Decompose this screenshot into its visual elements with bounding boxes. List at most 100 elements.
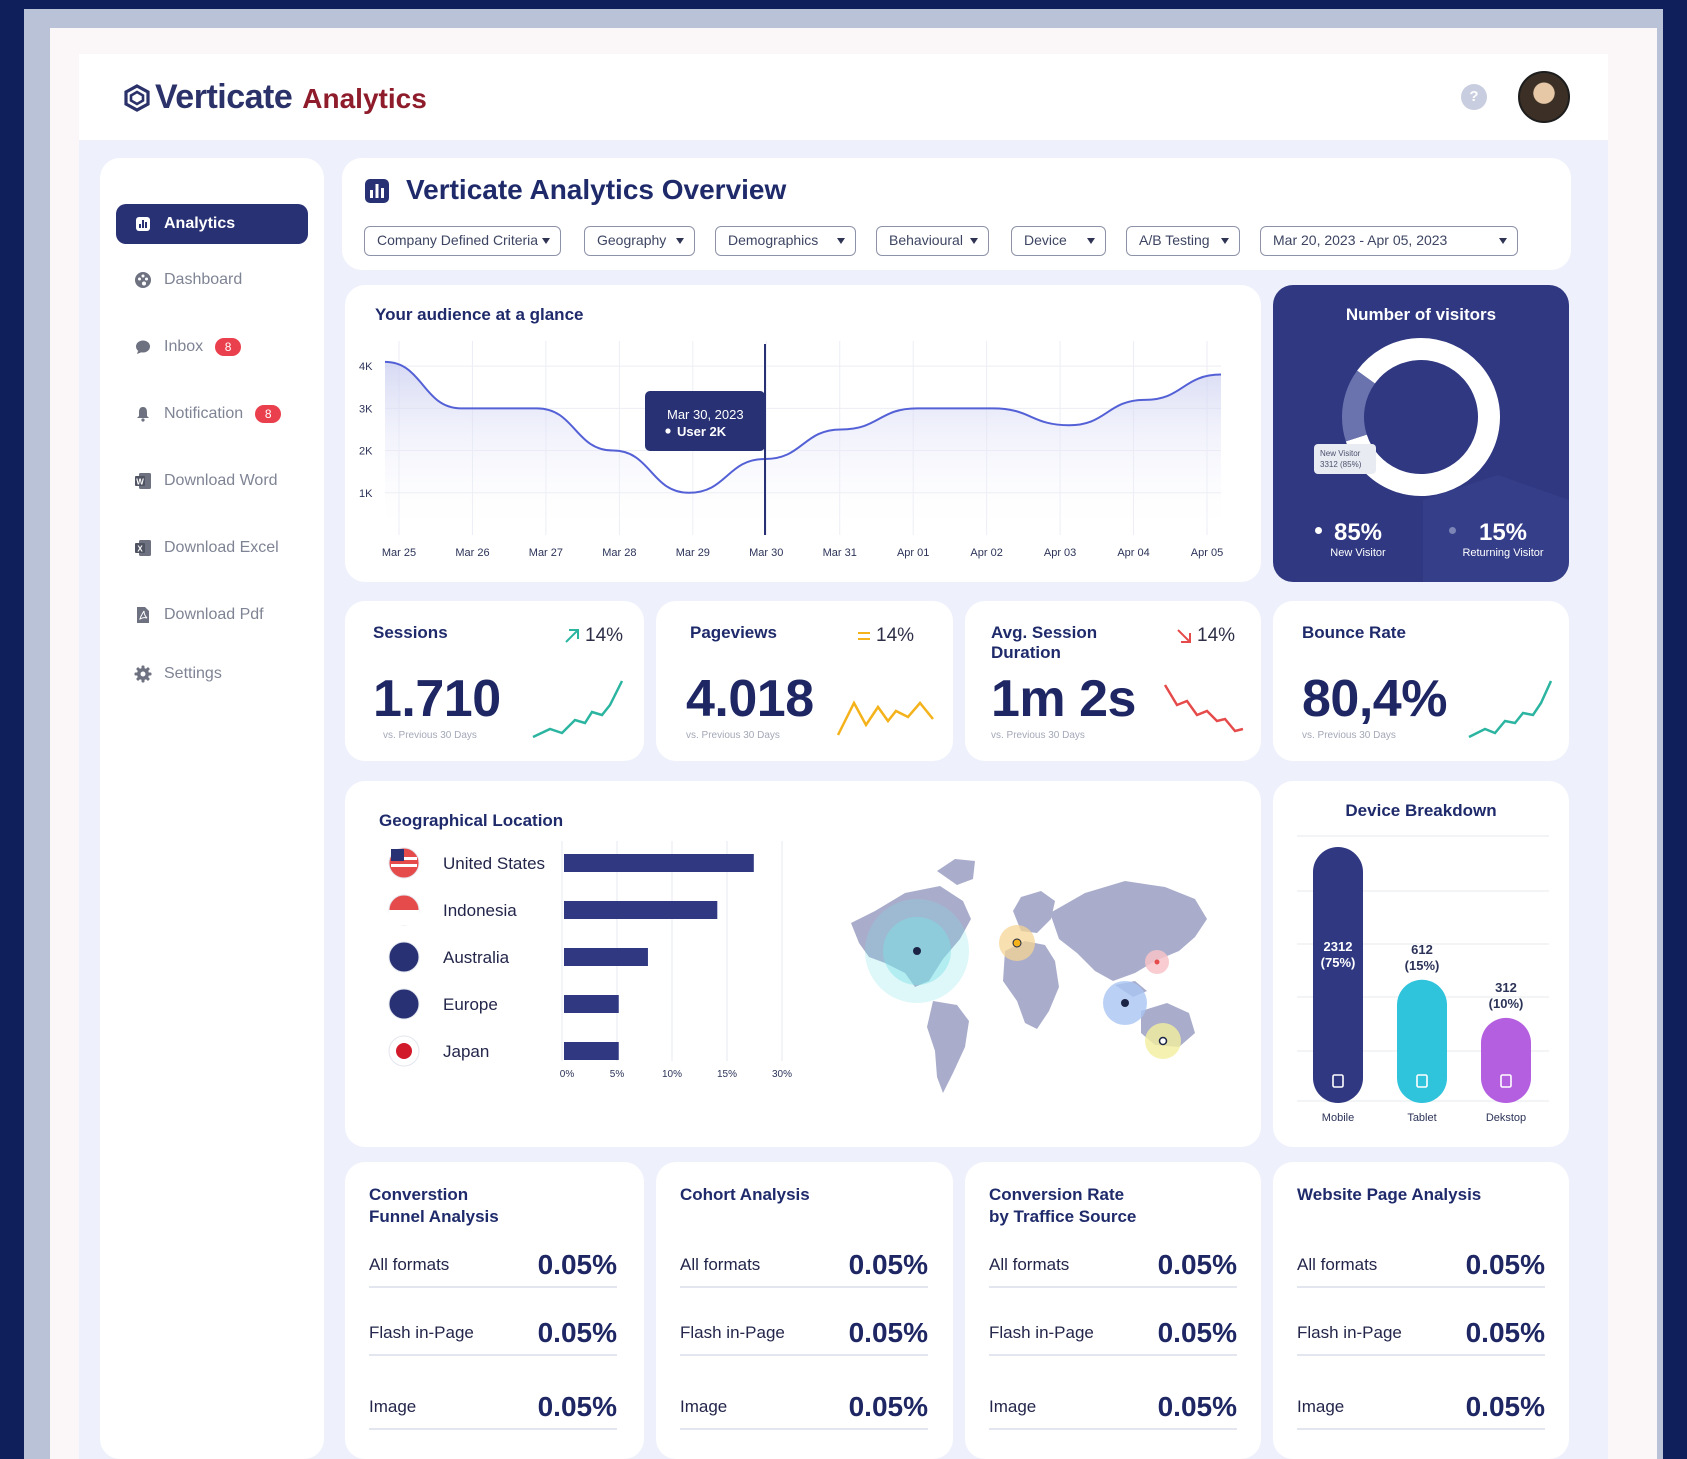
filter-label: A/B Testing [1139,232,1210,248]
filter-behavioural[interactable]: Behavioural [876,226,989,256]
x-tick-label: Mar 29 [676,547,710,559]
sidebar-item-analytics[interactable]: Analytics [116,204,308,244]
row-label: Flash in-Page [989,1323,1094,1342]
gear-icon [134,665,152,683]
table-row[interactable]: Image 0.05% [680,1386,928,1430]
country-label: United States [443,854,545,873]
table-row[interactable]: Image 0.05% [369,1386,617,1430]
sidebar-item-label: Analytics [164,215,236,232]
x-tick-label: Mar 28 [602,547,636,559]
sidebar-item-download-pdf[interactable]: Download Pdf [116,595,308,635]
table-row[interactable]: All formats 0.05% [680,1244,928,1288]
x-tick-label: 30% [772,1069,792,1080]
device-bar [1397,979,1447,1103]
filter-company-criteria[interactable]: Company Defined Criteria [364,226,561,256]
x-tick-label: Apr 02 [970,547,1002,559]
filter-geography[interactable]: Geography [584,226,695,256]
returning-visitor-pct: 15% [1478,519,1528,546]
chart-icon [134,215,152,233]
device-bar [1481,1017,1531,1103]
x-tick-label: Apr 03 [1044,547,1076,559]
row-label: All formats [680,1255,761,1274]
row-value: 0.05% [848,1249,928,1280]
x-tick-label: 15% [717,1069,737,1080]
sparkline-up [1468,680,1553,739]
x-tick-label: Mar 26 [455,547,489,559]
tooltip-line: New Visitor [1320,449,1361,458]
sidebar-item-notification[interactable]: Notification 8 [116,394,308,434]
x-tick-label: Apr 04 [1117,547,1149,559]
device-card: Device Breakdown Mobile 2312 (75%) Tablet 61… [1273,781,1569,1147]
tooltip-date: Mar 30, 2023 [667,407,744,422]
equals-icon [858,632,870,640]
kpi-title-line: Duration [991,643,1061,662]
sidebar-item-dashboard[interactable]: Dashboard [116,260,308,300]
x-tick-label: Apr 05 [1191,547,1223,559]
donut-slice-new [1345,338,1500,496]
device-label: Tablet [1407,1112,1436,1124]
new-visitor-legend: 85% New Visitor [1313,519,1403,559]
avatar[interactable] [1518,71,1570,123]
table-title-line: Funnel Analysis [369,1207,499,1226]
x-tick-label: 0% [560,1069,575,1080]
filter-device[interactable]: Device [1011,226,1106,256]
series-area [385,361,1221,535]
sidebar-item-inbox[interactable]: Inbox 8 [116,327,308,367]
new-visitor-pct: 85% [1333,519,1383,546]
table-title-line: Converstion [369,1185,469,1204]
table-row[interactable]: Flash in-Page 0.05% [989,1312,1237,1356]
help-icon[interactable]: ? [1461,84,1487,110]
row-value: 0.05% [537,1249,617,1280]
row-label: Image [1297,1397,1345,1416]
sidebar: Analytics Dashboard Inbox 8 Notification… [100,158,324,1459]
table-row[interactable]: Flash in-Page 0.05% [1297,1312,1545,1356]
kpi-title: Avg. Session Duration [991,623,1097,663]
table-row[interactable]: All formats 0.05% [989,1244,1237,1288]
arrow-up-right-icon [565,629,579,643]
sidebar-item-download-word[interactable]: W Download Word [116,461,308,501]
sidebar-item-label: Download Word [164,472,278,489]
device-bar [1313,847,1363,1103]
table-row[interactable]: Image 0.05% [989,1386,1237,1430]
sidebar-item-label: Settings [164,665,222,682]
sparkline-down [1163,684,1244,733]
tooltip-line: 3312 (85%) [1320,460,1362,469]
table-row[interactable]: All formats 0.05% [369,1244,617,1288]
y-tick-label: 2K [359,446,373,458]
notification-badge: 8 [255,405,282,423]
geo-bar [564,948,648,966]
table-title: Converstion Funnel Analysis [369,1184,499,1228]
world-map [851,859,1207,1093]
sidebar-item-download-excel[interactable]: X Download Excel [116,528,308,568]
table-row[interactable]: All formats 0.05% [1297,1244,1545,1288]
logo-icon [124,83,150,112]
table-row[interactable]: Flash in-Page 0.05% [680,1312,928,1356]
filter-ab-testing[interactable]: A/B Testing [1126,226,1240,256]
kpi-sub: vs. Previous 30 Days [383,730,477,741]
filter-label: Device [1024,232,1067,248]
returning-visitor-legend: 15% Returning Visitor [1449,519,1553,559]
flag-canton [391,849,404,861]
filter-label: Company Defined Criteria [377,232,539,248]
legend-dot [1315,527,1322,534]
table-row[interactable]: Flash in-Page 0.05% [369,1312,617,1356]
brand-logo[interactable]: Verticate Analytics [123,78,427,117]
kpi-value: 1m 2s [991,670,1136,728]
x-tick-label: Mar 27 [529,547,563,559]
table-card-funnel: Converstion Funnel Analysis All formats 0.… [345,1162,644,1459]
sidebar-item-settings[interactable]: Settings [116,654,308,694]
filter-date-range[interactable]: Mar 20, 2023 - Apr 05, 2023 [1260,226,1518,256]
filter-label: Geography [597,232,667,248]
table-row[interactable]: Image 0.05% [1297,1386,1545,1430]
palette-icon [134,271,152,289]
donut-slice-returning [1342,370,1376,442]
page-title: Verticate Analytics Overview [406,174,787,205]
audience-chart: Mar 25 Mar 26 Mar 27 Mar 28 Mar 29 Mar 30 Mar … [359,341,1223,559]
kpi-pageviews: Pageviews 14% 4.018 vs. Previous 30 Days [656,601,953,761]
filter-demographics[interactable]: Demographics [715,226,856,256]
device-bar-chart: Mobile 2312(75%) Tablet 612(15%) Dekstop 312(… [1297,835,1549,1124]
excel-icon: X [134,539,152,557]
row-value: 0.05% [1157,1249,1237,1280]
table-title: Cohort Analysis [680,1184,810,1206]
kpi-sub: vs. Previous 30 Days [686,730,780,741]
